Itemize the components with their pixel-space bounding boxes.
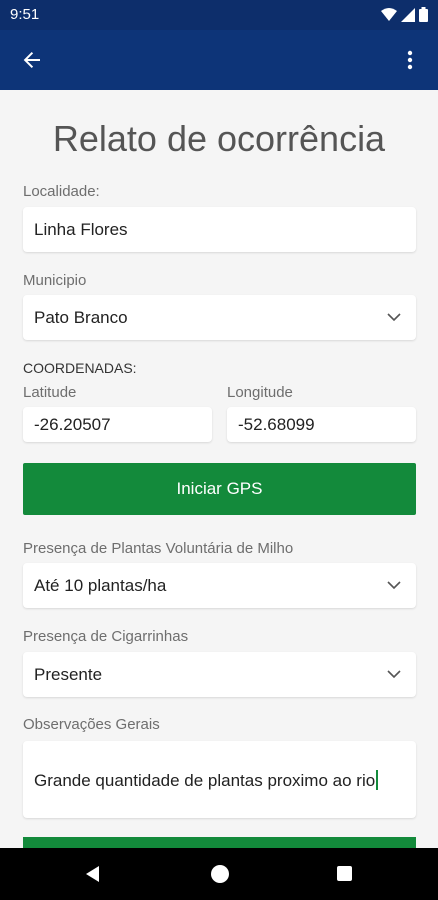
chevron-down-icon bbox=[387, 670, 401, 679]
observacoes-textarea[interactable]: Grande quantidade de plantas proximo ao … bbox=[23, 741, 416, 818]
observacoes-label: Observações Gerais bbox=[23, 716, 160, 733]
municipio-label: Municipio bbox=[23, 272, 87, 289]
wifi-icon bbox=[381, 7, 397, 21]
back-button[interactable] bbox=[18, 46, 46, 74]
start-gps-button[interactable]: Iniciar GPS bbox=[23, 463, 416, 515]
nav-back-icon[interactable] bbox=[84, 865, 102, 883]
chevron-down-icon bbox=[387, 313, 401, 322]
overflow-menu-button[interactable] bbox=[396, 46, 424, 74]
form-content: Relato de ocorrência Localidade: Linha F… bbox=[0, 90, 438, 848]
status-bar: 9:51 bbox=[0, 0, 438, 30]
municipio-select[interactable]: Pato Branco bbox=[23, 295, 416, 340]
signal-icon bbox=[401, 7, 415, 22]
observacoes-value: Grande quantidade de plantas proximo ao … bbox=[34, 771, 376, 790]
arrow-left-icon bbox=[23, 52, 40, 68]
cigarrinhas-label: Presença de Cigarrinhas bbox=[23, 628, 189, 645]
battery-icon bbox=[419, 7, 428, 22]
coordenadas-label: COORDENADAS: bbox=[23, 360, 137, 376]
status-time: 9:51 bbox=[10, 6, 40, 23]
system-nav-bar bbox=[0, 848, 438, 900]
page-title: Relato de ocorrência bbox=[52, 118, 386, 159]
longitude-value: -52.68099 bbox=[238, 415, 315, 434]
localidade-label: Localidade: bbox=[23, 183, 100, 200]
latitude-value: -26.20507 bbox=[34, 415, 111, 434]
longitude-label: Longitude bbox=[227, 384, 293, 401]
submit-button[interactable] bbox=[23, 837, 416, 848]
text-cursor bbox=[376, 770, 379, 790]
localidade-field[interactable]: Linha Flores bbox=[23, 207, 416, 252]
latitude-label: Latitude bbox=[23, 384, 77, 401]
status-icons bbox=[381, 7, 428, 22]
more-vert-icon bbox=[407, 50, 413, 70]
plantas-label: Presença de Plantas Voluntária de Milho bbox=[23, 540, 294, 557]
municipio-value: Pato Branco bbox=[34, 308, 128, 327]
longitude-field[interactable]: -52.68099 bbox=[227, 407, 416, 442]
chevron-down-icon bbox=[387, 581, 401, 590]
nav-recents-icon[interactable] bbox=[337, 866, 352, 881]
app-bar bbox=[0, 30, 438, 90]
latitude-field[interactable]: -26.20507 bbox=[23, 407, 212, 442]
plantas-value: Até 10 plantas/ha bbox=[34, 576, 167, 595]
cigarrinhas-select[interactable]: Presente bbox=[23, 652, 416, 697]
localidade-value: Linha Flores bbox=[34, 220, 128, 239]
nav-home-icon[interactable] bbox=[211, 865, 229, 883]
plantas-select[interactable]: Até 10 plantas/ha bbox=[23, 563, 416, 608]
cigarrinhas-value: Presente bbox=[34, 665, 103, 684]
observacoes-value-wrap: Grande quantidade de plantas proximo ao … bbox=[34, 770, 379, 791]
